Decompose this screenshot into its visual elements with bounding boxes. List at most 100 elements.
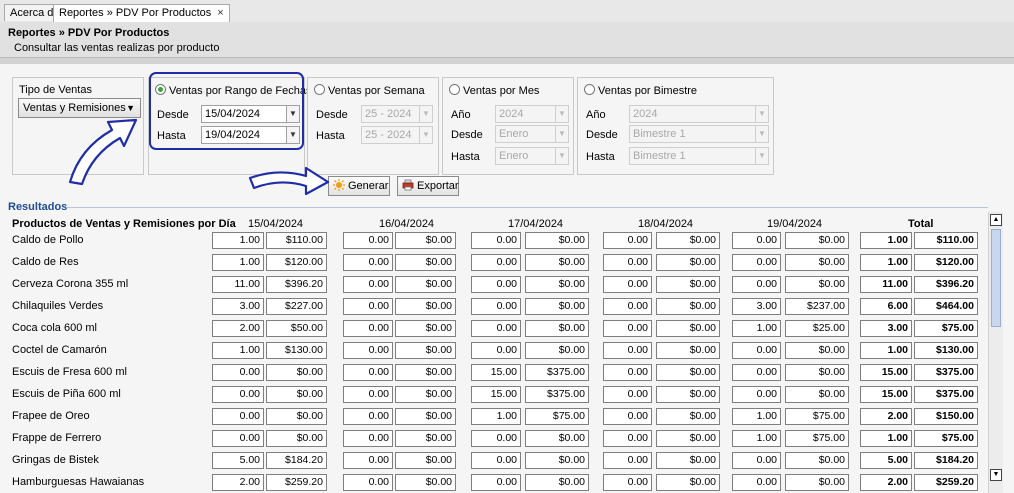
product-name: Coctel de Camarón [12, 344, 107, 356]
quantity-cell: 0.00 [343, 298, 393, 315]
quantity-cell: 1.00 [212, 342, 264, 359]
amount-cell: $0.00 [525, 254, 589, 271]
amount-cell: $0.00 [656, 320, 720, 337]
semana-desde-field[interactable]: 25 - 2024 ▼ [361, 105, 433, 123]
anio-label: Año [451, 109, 471, 121]
chevron-down-icon[interactable]: ▼ [755, 106, 768, 122]
amount-cell: $75.00 [525, 408, 589, 425]
amount-cell: $184.20 [266, 452, 327, 469]
amount-cell: $75.00 [785, 408, 849, 425]
quantity-cell: 0.00 [471, 452, 521, 469]
date-header: 17/04/2024 [508, 218, 564, 230]
amount-cell: $375.00 [525, 364, 589, 381]
quantity-cell: 0.00 [343, 386, 393, 403]
exportar-button[interactable]: Exportar [397, 176, 459, 196]
amount-cell: $237.00 [785, 298, 849, 315]
chevron-down-icon[interactable]: ▼ [755, 148, 768, 164]
amount-cell: $0.00 [785, 364, 849, 381]
semana-hasta-field[interactable]: 25 - 2024 ▼ [361, 126, 433, 144]
quantity-cell: 0.00 [732, 254, 781, 271]
amount-cell: $0.00 [785, 342, 849, 359]
semana-desde-value: 25 - 2024 [365, 108, 412, 120]
quantity-cell: 2.00 [212, 474, 264, 491]
total-amount-cell: $464.00 [914, 298, 978, 315]
semana-title: Ventas por Semana [328, 85, 425, 97]
close-icon[interactable]: × [217, 7, 223, 19]
total-quantity-cell: 1.00 [860, 254, 912, 271]
product-name: Caldo de Pollo [12, 234, 84, 246]
quantity-cell: 1.00 [471, 408, 521, 425]
amount-cell: $0.00 [525, 276, 589, 293]
amount-cell: $25.00 [785, 320, 849, 337]
total-quantity-cell: 1.00 [860, 342, 912, 359]
amount-cell: $0.00 [395, 298, 456, 315]
amount-cell: $396.20 [266, 276, 327, 293]
hasta-label: Hasta [586, 151, 615, 163]
generar-button[interactable]: Generar [328, 176, 390, 196]
product-name: Caldo de Res [12, 256, 79, 268]
bimestre-hasta-value: Bimestre 1 [633, 150, 686, 162]
quantity-cell: 0.00 [343, 254, 393, 271]
quantity-cell: 0.00 [732, 386, 781, 403]
amount-cell: $0.00 [395, 386, 456, 403]
mes-anio-field[interactable]: 2024 ▼ [495, 105, 569, 123]
quantity-cell: 0.00 [603, 364, 652, 381]
mes-hasta-field[interactable]: Enero ▼ [495, 147, 569, 165]
amount-cell: $0.00 [525, 320, 589, 337]
total-amount-cell: $110.00 [914, 232, 978, 249]
mes-desde-field[interactable]: Enero ▼ [495, 125, 569, 143]
quantity-cell: 3.00 [732, 298, 781, 315]
chevron-down-icon[interactable]: ▼ [555, 148, 568, 164]
bimestre-hasta-field[interactable]: Bimestre 1 ▼ [629, 147, 769, 165]
quantity-cell: 1.00 [732, 408, 781, 425]
quantity-cell: 1.00 [732, 320, 781, 337]
quantity-cell: 0.00 [603, 320, 652, 337]
tipo-ventas-title: Tipo de Ventas [19, 84, 92, 96]
bimestre-anio-field[interactable]: 2024 ▼ [629, 105, 769, 123]
amount-cell: $375.00 [525, 386, 589, 403]
date-header: 16/04/2024 [379, 218, 435, 230]
scroll-up-icon[interactable]: ▲ [990, 214, 1002, 226]
tab-reportes-pdv[interactable]: Reportes » PDV Por Productos × [53, 4, 230, 22]
total-quantity-cell: 6.00 [860, 298, 912, 315]
quantity-cell: 0.00 [603, 232, 652, 249]
quantity-cell: 0.00 [471, 276, 521, 293]
quantity-cell: 0.00 [732, 364, 781, 381]
total-column-header: Total [908, 218, 934, 230]
amount-cell: $0.00 [525, 342, 589, 359]
quantity-cell: 0.00 [471, 474, 521, 491]
radio-unselected-icon [584, 84, 595, 95]
desde-label: Desde [451, 129, 483, 141]
vertical-scrollbar[interactable]: ▲ ▼ [988, 212, 1003, 493]
total-quantity-cell: 1.00 [860, 232, 912, 249]
chevron-down-icon[interactable]: ▼ [555, 126, 568, 142]
desde-label: Desde [316, 109, 348, 121]
bimestre-desde-field[interactable]: Bimestre 1 ▼ [629, 125, 769, 143]
amount-cell: $50.00 [266, 320, 327, 337]
amount-cell: $0.00 [395, 364, 456, 381]
total-amount-cell: $75.00 [914, 430, 978, 447]
semana-radio[interactable]: Ventas por Semana [314, 84, 425, 97]
quantity-cell: 0.00 [732, 452, 781, 469]
product-name: Frappe de Ferrero [12, 432, 102, 444]
quantity-cell: 0.00 [343, 364, 393, 381]
amount-cell: $0.00 [785, 254, 849, 271]
bimestre-radio[interactable]: Ventas por Bimestre [584, 84, 697, 97]
scroll-down-icon[interactable]: ▼ [990, 469, 1002, 481]
chevron-down-icon[interactable]: ▼ [419, 127, 432, 143]
chevron-down-icon[interactable]: ▼ [555, 106, 568, 122]
mes-radio[interactable]: Ventas por Mes [449, 84, 539, 97]
highlight-box [149, 72, 304, 150]
amount-cell: $130.00 [266, 342, 327, 359]
amount-cell: $0.00 [785, 276, 849, 293]
amount-cell: $0.00 [395, 320, 456, 337]
total-amount-cell: $184.20 [914, 452, 978, 469]
product-column-header: Productos de Ventas y Remisiones por Día [12, 218, 236, 230]
product-name: Coca cola 600 ml [12, 322, 97, 334]
scrollbar-thumb[interactable] [991, 229, 1001, 327]
chevron-down-icon[interactable]: ▼ [755, 126, 768, 142]
desde-label: Desde [586, 129, 618, 141]
bimestre-anio-value: 2024 [633, 108, 658, 120]
mes-title: Ventas por Mes [463, 85, 540, 97]
chevron-down-icon[interactable]: ▼ [419, 106, 432, 122]
